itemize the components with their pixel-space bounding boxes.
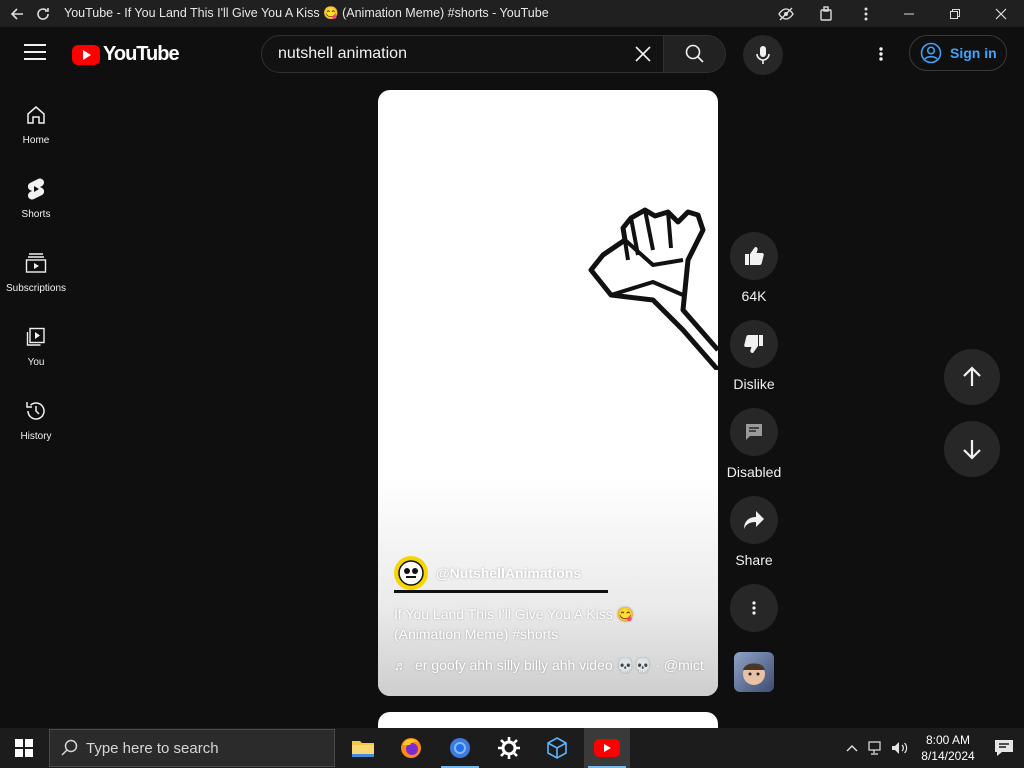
sidebar: Home Shorts Subscriptions You History bbox=[0, 95, 72, 465]
minimize-icon[interactable] bbox=[886, 0, 932, 27]
progress-line bbox=[394, 590, 608, 593]
dislike-action: Dislike bbox=[730, 320, 778, 392]
sidebar-item-home[interactable]: Home bbox=[0, 95, 72, 169]
like-button[interactable] bbox=[730, 232, 778, 280]
windows-start-icon[interactable] bbox=[0, 728, 48, 768]
windows-taskbar: Type here to search 8:00 AM 8/14/2024 bbox=[0, 728, 1024, 768]
sidebar-item-you[interactable]: You bbox=[0, 317, 72, 391]
youtube-app-icon[interactable] bbox=[584, 728, 630, 768]
short-metadata: @NutshellAnimations If You Land This I'l… bbox=[394, 556, 704, 674]
youtube-play-icon bbox=[72, 44, 100, 65]
more-actions-button[interactable] bbox=[730, 584, 778, 632]
restore-icon[interactable] bbox=[932, 0, 978, 27]
music-note-icon: ♬ bbox=[394, 658, 407, 673]
next-short-button[interactable] bbox=[944, 421, 1000, 477]
browser-menu-icon[interactable] bbox=[846, 0, 886, 27]
share-action: Share bbox=[730, 496, 778, 568]
chrome-icon[interactable] bbox=[437, 728, 483, 768]
shorts-icon bbox=[24, 177, 48, 201]
clock-time: 8:00 AM bbox=[925, 733, 971, 747]
shorts-video-player[interactable]: @NutshellAnimations If You Land This I'l… bbox=[378, 90, 718, 696]
share-icon bbox=[744, 511, 764, 529]
back-arrow-icon[interactable] bbox=[4, 0, 30, 27]
more-action bbox=[730, 584, 778, 632]
comments-action: Disabled bbox=[727, 408, 781, 480]
previous-short-button[interactable] bbox=[944, 349, 1000, 405]
channel-name[interactable]: @NutshellAnimations bbox=[436, 565, 581, 581]
system-tray: 8:00 AM 8/14/2024 bbox=[840, 728, 1024, 768]
comment-icon bbox=[746, 424, 762, 440]
youtube-logo[interactable]: YouTube bbox=[72, 43, 180, 66]
sound-action bbox=[730, 648, 778, 692]
clock-date: 8/14/2024 bbox=[921, 749, 975, 763]
taskbar-search-icon bbox=[61, 739, 78, 756]
clear-search-icon[interactable] bbox=[623, 36, 663, 72]
shorts-actions: 64K Dislike Disabled Share bbox=[727, 232, 781, 708]
account-icon bbox=[920, 42, 942, 64]
sign-in-button[interactable]: Sign in bbox=[909, 35, 1007, 71]
dislike-button[interactable] bbox=[730, 320, 778, 368]
search-icon bbox=[685, 44, 704, 63]
history-icon bbox=[24, 399, 48, 423]
sidebar-item-subscriptions[interactable]: Subscriptions bbox=[0, 243, 72, 317]
tracking-eye-icon[interactable] bbox=[766, 0, 806, 27]
voice-search-button[interactable] bbox=[743, 35, 783, 75]
browser-titlebar: YouTube - If You Land This I'll Give You… bbox=[0, 0, 1024, 27]
search-button[interactable] bbox=[663, 36, 725, 72]
channel-avatar[interactable] bbox=[394, 556, 428, 590]
menu-icon[interactable] bbox=[24, 44, 46, 62]
network-icon[interactable] bbox=[864, 728, 888, 768]
thumbs-up-icon bbox=[745, 247, 764, 265]
thumbs-down-icon bbox=[744, 335, 763, 353]
notifications-icon[interactable] bbox=[984, 728, 1024, 768]
extensions-icon[interactable] bbox=[806, 0, 846, 27]
search-box bbox=[261, 35, 726, 73]
share-button[interactable] bbox=[730, 496, 778, 544]
settings-gear-icon[interactable] bbox=[486, 728, 532, 768]
subscriptions-icon bbox=[24, 251, 48, 275]
short-title[interactable]: If You Land This I'll Give You A Kiss 😋 … bbox=[394, 604, 704, 644]
you-icon bbox=[24, 325, 48, 349]
search-input[interactable] bbox=[262, 36, 623, 72]
more-options-icon[interactable] bbox=[866, 41, 896, 67]
volume-icon[interactable] bbox=[888, 728, 912, 768]
file-explorer-icon[interactable] bbox=[340, 728, 386, 768]
home-icon bbox=[24, 103, 48, 127]
channel-row: @NutshellAnimations bbox=[394, 556, 704, 590]
chevron-up-icon[interactable] bbox=[840, 728, 864, 768]
3d-box-app-icon[interactable] bbox=[534, 728, 580, 768]
comments-button[interactable] bbox=[730, 408, 778, 456]
like-action: 64K bbox=[730, 232, 778, 304]
microphone-icon bbox=[756, 46, 770, 64]
music-row[interactable]: ♬ er goofy ahh silly billy ahh video 💀💀 … bbox=[394, 657, 704, 674]
taskbar-clock[interactable]: 8:00 AM 8/14/2024 bbox=[912, 732, 984, 764]
youtube-header: YouTube Sign in bbox=[0, 27, 1024, 81]
music-text: er goofy ahh silly billy ahh video 💀💀 · … bbox=[415, 657, 704, 673]
sidebar-item-shorts[interactable]: Shorts bbox=[0, 169, 72, 243]
arrow-up-icon bbox=[963, 366, 981, 386]
firefox-icon[interactable] bbox=[388, 728, 434, 768]
window-title: YouTube - If You Land This I'll Give You… bbox=[64, 6, 549, 20]
taskbar-search-box[interactable]: Type here to search bbox=[49, 729, 335, 767]
reload-icon[interactable] bbox=[30, 0, 56, 27]
cartoon-fist-image bbox=[588, 207, 718, 370]
close-window-icon[interactable] bbox=[978, 0, 1024, 27]
more-vertical-icon bbox=[752, 601, 756, 615]
arrow-down-icon bbox=[963, 440, 981, 460]
sidebar-item-history[interactable]: History bbox=[0, 391, 72, 465]
sound-thumbnail[interactable] bbox=[734, 652, 774, 692]
